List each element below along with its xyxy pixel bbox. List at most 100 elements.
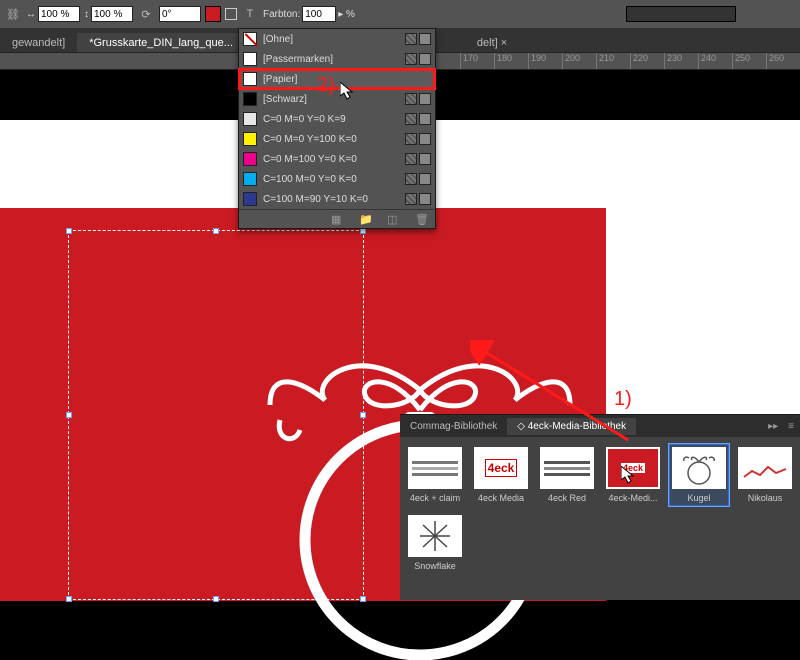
library-item[interactable]: Snowflake [404,511,466,575]
tab-doc-2[interactable]: *Grusskarte_DIN_lang_que... [77,33,245,52]
swatch-type-icon [419,173,431,185]
library-thumb: 4eck [474,447,528,489]
swatch-row[interactable]: [Ohne] [239,29,435,49]
rotate-field[interactable] [159,6,201,22]
swatch-chip [243,92,257,106]
new-swatch-icon[interactable]: ▦ [331,213,345,225]
close-tab-icon[interactable]: × [501,37,507,49]
panel-nav-icon[interactable]: ▸▸ [764,421,782,432]
swatch-chip [243,72,257,86]
swatch-row[interactable]: [Schwarz] [239,89,435,109]
library-panel-tabs: Commag-Bibliothek ◇ 4eck-Media-Bibliothe… [400,415,800,437]
cursor-pointer-icon [621,466,639,484]
cursor-arrow-icon [340,82,358,100]
trash-icon[interactable]: 🗑 [415,213,429,225]
ruler-tick: 200 [562,53,580,70]
library-tab-4eck[interactable]: ◇ 4eck-Media-Bibliothek [507,418,636,435]
ruler-tick: 210 [596,53,614,70]
swatch-type-icon [405,193,417,205]
swatch-row[interactable]: [Papier] [239,69,435,89]
swatch-type-icon [419,53,431,65]
swatch-type-icon [419,153,431,165]
swatch-type-icon [405,153,417,165]
scale-x-field[interactable]: ↔ [26,6,80,22]
farbton-field[interactable]: Farbton: ▸ % [263,6,355,22]
swatch-label: C=0 M=0 Y=100 K=0 [263,134,405,145]
swatch-label: [Passermarken] [263,54,405,65]
new-icon[interactable]: ◫ [387,213,401,225]
library-item-label: 4eck Media [478,493,524,503]
swatch-type-icon [405,33,417,45]
rotate-icon[interactable]: ⟳ [137,5,155,23]
swatch-chip [243,132,257,146]
swatch-type-icon [405,53,417,65]
text-color-icon[interactable]: T [241,5,259,23]
annotation-step-1: 1) [614,388,632,411]
library-item-label: 4eck-Medi... [608,493,657,503]
swatch-chip [243,152,257,166]
swatch-chip [243,192,257,206]
library-thumb [738,447,792,489]
library-thumb [408,447,462,489]
options-toolbar: ⛓ ↔ ↕ ⟳ T Farbton: ▸ % [0,0,800,28]
swatch-type-icon [405,113,417,125]
library-item[interactable]: Kugel [668,443,730,507]
library-item-label: 4eck + claim [410,493,460,503]
library-item-label: 4eck Red [548,493,586,503]
swatch-label: [Ohne] [263,34,405,45]
library-tab-commag[interactable]: Commag-Bibliothek [400,418,507,435]
swatch-type-icon [419,33,431,45]
swatch-chip [243,172,257,186]
library-item[interactable]: 4eck 4eck Media [470,443,532,507]
gradient-preview[interactable] [626,6,736,22]
swatch-type-icon [405,133,417,145]
tab-doc-1[interactable]: gewandelt] [0,33,77,52]
scale-y-field[interactable]: ↕ [84,6,133,22]
library-item-label: Snowflake [414,561,456,571]
library-grid: 4eck + claim 4eck 4eck Media 4eck Red 4eck 4e… [400,437,800,581]
swatch-row[interactable]: C=0 M=0 Y=0 K=9 [239,109,435,129]
swatch-row[interactable]: [Passermarken] [239,49,435,69]
swatch-chip [243,112,257,126]
swatch-label: C=0 M=100 Y=0 K=0 [263,154,405,165]
ruler-tick: 190 [528,53,546,70]
swatch-row[interactable]: C=0 M=0 Y=100 K=0 [239,129,435,149]
library-item-label: Kugel [687,493,710,503]
swatch-row[interactable]: C=100 M=0 Y=0 K=0 [239,169,435,189]
link-icon[interactable]: ⛓ [4,5,22,23]
swatch-type-icon [405,93,417,105]
swatches-footer: ▦ 📁 ◫ 🗑 [239,209,435,228]
ruler-tick: 250 [732,53,750,70]
ruler-tick: 240 [698,53,716,70]
tab-doc-3[interactable]: delt] × [465,33,519,52]
ruler-tick: 220 [630,53,648,70]
ruler-tick: 260 [766,53,784,70]
ruler-tick: 230 [664,53,682,70]
swatch-type-icon [419,133,431,145]
library-thumb [540,447,594,489]
folder-icon[interactable]: 📁 [359,213,373,225]
library-item[interactable]: 4eck + claim [404,443,466,507]
swatch-label: C=100 M=0 Y=0 K=0 [263,174,405,185]
swatch-row[interactable]: C=100 M=90 Y=10 K=0 [239,189,435,209]
swatch-chip [243,52,257,66]
swatch-type-icon [419,113,431,125]
ruler-tick: 180 [494,53,512,70]
library-item[interactable]: 4eck Red [536,443,598,507]
library-panel: Commag-Bibliothek ◇ 4eck-Media-Bibliothe… [400,414,800,600]
swatch-label: C=0 M=0 Y=0 K=9 [263,114,405,125]
swatch-type-icon [405,173,417,185]
panel-menu-icon[interactable]: ≡ [782,421,800,432]
selection-bounds[interactable] [68,230,364,600]
library-thumb [408,515,462,557]
ruler-tick: 170 [460,53,478,70]
library-item[interactable]: Nikolaus [734,443,796,507]
annotation-step-2: 2) [317,74,335,97]
stroke-swatch-icon[interactable] [225,8,237,20]
library-thumb [672,447,726,489]
swatch-label: C=100 M=90 Y=10 K=0 [263,194,405,205]
fill-swatch-icon[interactable] [205,6,221,22]
swatch-chip [243,32,257,46]
swatch-row[interactable]: C=0 M=100 Y=0 K=0 [239,149,435,169]
swatches-panel[interactable]: [Ohne] [Passermarken] [Papier][Schwarz] C=0… [238,28,436,229]
